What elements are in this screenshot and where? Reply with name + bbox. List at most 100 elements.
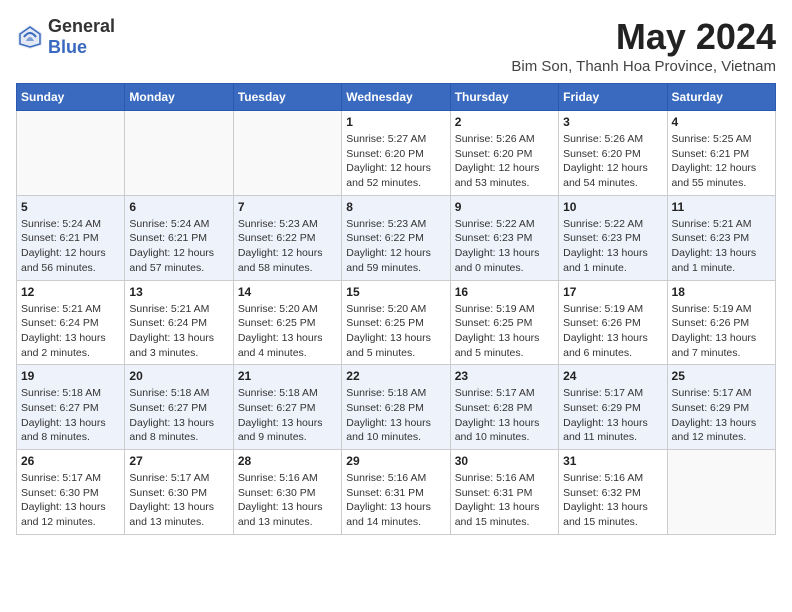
day-of-week-header: Sunday	[17, 84, 125, 111]
day-info: Sunrise: 5:21 AM Sunset: 6:24 PM Dayligh…	[21, 302, 120, 361]
calendar-week-row: 5 Sunrise: 5:24 AM Sunset: 6:21 PM Daylig…	[17, 195, 776, 280]
day-info: Sunrise: 5:19 AM Sunset: 6:25 PM Dayligh…	[455, 302, 554, 361]
day-info: Sunrise: 5:18 AM Sunset: 6:27 PM Dayligh…	[21, 386, 120, 445]
day-number: 13	[129, 285, 228, 299]
day-of-week-header: Wednesday	[342, 84, 450, 111]
calendar-cell: 21 Sunrise: 5:18 AM Sunset: 6:27 PM Dayli…	[233, 365, 341, 450]
page-header: General Blue May 2024 Bim Son, Thanh Hoa…	[16, 16, 776, 75]
day-info: Sunrise: 5:20 AM Sunset: 6:25 PM Dayligh…	[238, 302, 337, 361]
day-info: Sunrise: 5:19 AM Sunset: 6:26 PM Dayligh…	[563, 302, 662, 361]
day-info: Sunrise: 5:23 AM Sunset: 6:22 PM Dayligh…	[238, 217, 337, 276]
day-info: Sunrise: 5:26 AM Sunset: 6:20 PM Dayligh…	[455, 132, 554, 191]
day-number: 12	[21, 285, 120, 299]
day-info: Sunrise: 5:24 AM Sunset: 6:21 PM Dayligh…	[21, 217, 120, 276]
day-info: Sunrise: 5:18 AM Sunset: 6:27 PM Dayligh…	[129, 386, 228, 445]
day-number: 3	[563, 115, 662, 129]
calendar-table: SundayMondayTuesdayWednesdayThursdayFrid…	[16, 83, 776, 535]
logo-general: General	[48, 16, 115, 36]
calendar-cell: 11Sunrise: 5:21 AM Sunset: 6:23 PM Dayli…	[667, 195, 775, 280]
day-number: 10	[563, 200, 662, 214]
day-info: Sunrise: 5:17 AM Sunset: 6:30 PM Dayligh…	[129, 471, 228, 530]
calendar-cell: 18 Sunrise: 5:19 AM Sunset: 6:26 PM Dayli…	[667, 280, 775, 365]
day-number: 26	[21, 454, 120, 468]
day-number: 15	[346, 285, 445, 299]
day-info: Sunrise: 5:27 AM Sunset: 6:20 PM Dayligh…	[346, 132, 445, 191]
day-info: Sunrise: 5:18 AM Sunset: 6:28 PM Dayligh…	[346, 386, 445, 445]
calendar-cell: 17 Sunrise: 5:19 AM Sunset: 6:26 PM Dayli…	[559, 280, 667, 365]
day-number: 25	[672, 369, 771, 383]
day-number: 5	[21, 200, 120, 214]
day-number: 22	[346, 369, 445, 383]
day-number: 16	[455, 285, 554, 299]
day-of-week-header: Thursday	[450, 84, 558, 111]
day-number: 6	[129, 200, 228, 214]
calendar-cell: 4 Sunrise: 5:25 AM Sunset: 6:21 PM Daylig…	[667, 111, 775, 196]
calendar-cell: 29Sunrise: 5:16 AM Sunset: 6:31 PM Dayli…	[342, 450, 450, 535]
logo: General Blue	[16, 16, 115, 58]
calendar-cell: 19Sunrise: 5:18 AM Sunset: 6:27 PM Dayli…	[17, 365, 125, 450]
logo-text: General Blue	[48, 16, 115, 58]
month-year-title: May 2024	[511, 16, 776, 58]
calendar-cell: 14 Sunrise: 5:20 AM Sunset: 6:25 PM Dayli…	[233, 280, 341, 365]
day-info: Sunrise: 5:19 AM Sunset: 6:26 PM Dayligh…	[672, 302, 771, 361]
day-number: 14	[238, 285, 337, 299]
calendar-cell: 13 Sunrise: 5:21 AM Sunset: 6:24 PM Dayli…	[125, 280, 233, 365]
calendar-cell: 28 Sunrise: 5:16 AM Sunset: 6:30 PM Dayli…	[233, 450, 341, 535]
day-info: Sunrise: 5:21 AM Sunset: 6:24 PM Dayligh…	[129, 302, 228, 361]
calendar-week-row: 26 Sunrise: 5:17 AM Sunset: 6:30 PM Dayli…	[17, 450, 776, 535]
day-info: Sunrise: 5:25 AM Sunset: 6:21 PM Dayligh…	[672, 132, 771, 191]
day-number: 28	[238, 454, 337, 468]
day-number: 8	[346, 200, 445, 214]
day-number: 24	[563, 369, 662, 383]
calendar-cell: 12 Sunrise: 5:21 AM Sunset: 6:24 PM Dayli…	[17, 280, 125, 365]
logo-icon	[16, 23, 44, 51]
calendar-cell: 15 Sunrise: 5:20 AM Sunset: 6:25 PM Dayli…	[342, 280, 450, 365]
day-info: Sunrise: 5:16 AM Sunset: 6:31 PM Dayligh…	[346, 471, 445, 530]
calendar-week-row: 19Sunrise: 5:18 AM Sunset: 6:27 PM Dayli…	[17, 365, 776, 450]
day-number: 30	[455, 454, 554, 468]
calendar-cell	[125, 111, 233, 196]
day-of-week-header: Tuesday	[233, 84, 341, 111]
calendar-cell: 5 Sunrise: 5:24 AM Sunset: 6:21 PM Daylig…	[17, 195, 125, 280]
day-info: Sunrise: 5:18 AM Sunset: 6:27 PM Dayligh…	[238, 386, 337, 445]
day-number: 31	[563, 454, 662, 468]
day-number: 1	[346, 115, 445, 129]
calendar-cell: 27Sunrise: 5:17 AM Sunset: 6:30 PM Dayli…	[125, 450, 233, 535]
title-area: May 2024 Bim Son, Thanh Hoa Province, Vi…	[511, 16, 776, 75]
calendar-week-row: 1 Sunrise: 5:27 AM Sunset: 6:20 PM Daylig…	[17, 111, 776, 196]
calendar-cell: 20 Sunrise: 5:18 AM Sunset: 6:27 PM Dayli…	[125, 365, 233, 450]
day-of-week-header: Friday	[559, 84, 667, 111]
calendar-cell: 22 Sunrise: 5:18 AM Sunset: 6:28 PM Dayli…	[342, 365, 450, 450]
day-number: 9	[455, 200, 554, 214]
day-info: Sunrise: 5:23 AM Sunset: 6:22 PM Dayligh…	[346, 217, 445, 276]
calendar-cell: 30Sunrise: 5:16 AM Sunset: 6:31 PM Dayli…	[450, 450, 558, 535]
day-info: Sunrise: 5:16 AM Sunset: 6:30 PM Dayligh…	[238, 471, 337, 530]
day-number: 17	[563, 285, 662, 299]
day-info: Sunrise: 5:17 AM Sunset: 6:29 PM Dayligh…	[672, 386, 771, 445]
calendar-cell: 6 Sunrise: 5:24 AM Sunset: 6:21 PM Daylig…	[125, 195, 233, 280]
day-info: Sunrise: 5:20 AM Sunset: 6:25 PM Dayligh…	[346, 302, 445, 361]
day-number: 2	[455, 115, 554, 129]
calendar-cell: 1 Sunrise: 5:27 AM Sunset: 6:20 PM Daylig…	[342, 111, 450, 196]
calendar-cell: 24Sunrise: 5:17 AM Sunset: 6:29 PM Dayli…	[559, 365, 667, 450]
day-number: 21	[238, 369, 337, 383]
calendar-cell	[233, 111, 341, 196]
calendar-cell: 10 Sunrise: 5:22 AM Sunset: 6:23 PM Dayli…	[559, 195, 667, 280]
calendar-cell: 7 Sunrise: 5:23 AM Sunset: 6:22 PM Daylig…	[233, 195, 341, 280]
day-number: 7	[238, 200, 337, 214]
calendar-cell: 26Sunrise: 5:17 AM Sunset: 6:30 PM Dayli…	[17, 450, 125, 535]
day-info: Sunrise: 5:22 AM Sunset: 6:23 PM Dayligh…	[563, 217, 662, 276]
day-info: Sunrise: 5:24 AM Sunset: 6:21 PM Dayligh…	[129, 217, 228, 276]
calendar-cell	[17, 111, 125, 196]
day-info: Sunrise: 5:21 AM Sunset: 6:23 PM Dayligh…	[672, 217, 771, 276]
day-number: 4	[672, 115, 771, 129]
day-number: 20	[129, 369, 228, 383]
day-info: Sunrise: 5:16 AM Sunset: 6:32 PM Dayligh…	[563, 471, 662, 530]
calendar-cell: 9Sunrise: 5:22 AM Sunset: 6:23 PM Daylig…	[450, 195, 558, 280]
location-subtitle: Bim Son, Thanh Hoa Province, Vietnam	[511, 58, 776, 75]
calendar-header-row: SundayMondayTuesdayWednesdayThursdayFrid…	[17, 84, 776, 111]
day-number: 18	[672, 285, 771, 299]
calendar-cell: 23Sunrise: 5:17 AM Sunset: 6:28 PM Dayli…	[450, 365, 558, 450]
day-info: Sunrise: 5:17 AM Sunset: 6:28 PM Dayligh…	[455, 386, 554, 445]
calendar-cell	[667, 450, 775, 535]
